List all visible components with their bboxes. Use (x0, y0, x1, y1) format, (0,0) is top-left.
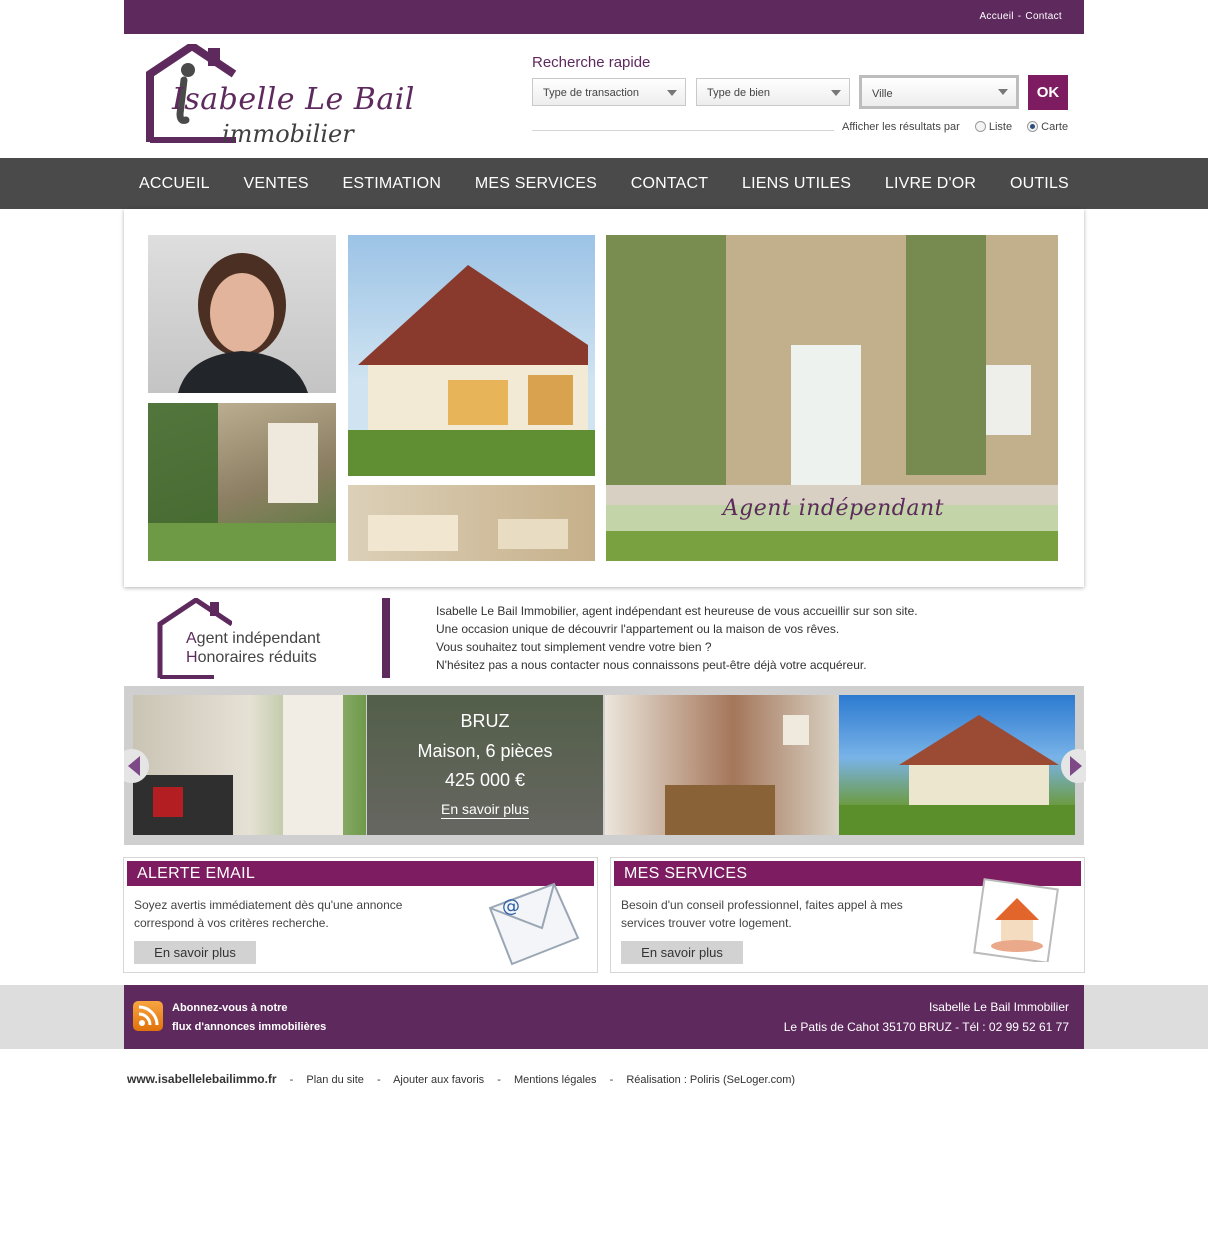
link-realisation[interactable]: Réalisation : Poliris (SeLoger.com) (626, 1074, 795, 1086)
top-links: Accueil - Contact (979, 11, 1062, 22)
nav-accueil[interactable]: ACCUEIL (139, 175, 210, 193)
intro-line: N'hésitez pas a nous contacter nous conn… (436, 658, 867, 672)
carousel-slide[interactable] (133, 695, 366, 835)
top-link-contact[interactable]: Contact (1025, 11, 1062, 22)
nav-ventes[interactable]: VENTES (244, 175, 309, 193)
chevron-down-icon (831, 90, 841, 96)
nav-livre-dor[interactable]: LIVRE D'OR (885, 175, 976, 193)
rss-subscribe-link[interactable]: Abonnez-vous à notre flux d'annonces imm… (172, 999, 326, 1037)
bottom-separator: - (289, 1074, 294, 1086)
living-room-photo (348, 485, 595, 561)
chevron-down-icon (998, 89, 1008, 95)
intro-line: Vous souhaitez tout simplement vendre vo… (436, 640, 712, 654)
listing-price: 425 000 € (444, 770, 526, 790)
house-photo-icon (973, 878, 1059, 962)
list-radio-label[interactable]: Liste (989, 121, 1012, 133)
search-divider (532, 130, 834, 131)
listing-city: BRUZ (460, 711, 510, 731)
nav-liens-utiles[interactable]: LIENS UTILES (742, 175, 851, 193)
property-type-select[interactable]: Type de bien (696, 78, 850, 106)
footer-company: Isabelle Le Bail Immobilier (928, 1000, 1069, 1014)
carousel-slide[interactable] (605, 695, 838, 835)
courtyard-photo (148, 403, 336, 561)
badge-initial-h: H (186, 649, 198, 666)
bottom-separator: - (609, 1074, 614, 1086)
display-options: Afficher les résultats par Liste Carte (842, 121, 1068, 133)
nav-outils[interactable]: OUTILS (1010, 175, 1069, 193)
logo[interactable]: Isabelle Le Bail immobilier (136, 44, 426, 148)
listing-type: Maison, 6 pièces (417, 741, 553, 761)
email-alert-text: Soyez avertis immédiatement dès qu'une a… (134, 898, 403, 930)
envelope-icon: @ (488, 882, 580, 966)
bottom-separator: - (376, 1074, 381, 1086)
listing-carousel: BRUZ Maison, 6 pièces 425 000 € En savoi… (124, 686, 1086, 845)
agent-portrait-photo (148, 235, 336, 393)
top-link-separator: - (1017, 11, 1022, 22)
intro-line: Isabelle Le Bail Immobilier, agent indép… (436, 604, 918, 618)
transaction-select-value: Type de transaction (543, 87, 640, 99)
rss-icon[interactable] (133, 1001, 163, 1031)
link-ajouter-favoris[interactable]: Ajouter aux favoris (393, 1074, 484, 1086)
header: Isabelle Le Bail immobilier Recherche ra… (124, 34, 1084, 158)
link-mentions-legales[interactable]: Mentions légales (514, 1074, 597, 1086)
hero-caption: Agent indépendant (722, 496, 944, 521)
svg-text:@: @ (502, 896, 520, 917)
footer-address: Le Patis de Cahot 35170 BRUZ - Tél : 02 … (783, 1020, 1069, 1034)
rss-line-2: flux d'annonces immobilières (172, 1021, 327, 1033)
logo-subtitle: immobilier (222, 120, 354, 148)
main-nav: ACCUEIL VENTES ESTIMATION MES SERVICES C… (0, 158, 1208, 209)
map-radio-label[interactable]: Carte (1041, 121, 1068, 133)
carousel-slide[interactable] (839, 695, 1075, 835)
nav-mes-services[interactable]: MES SERVICES (475, 175, 597, 193)
badge-line-1: Agent indépendant (186, 630, 320, 648)
house-photo (348, 235, 595, 476)
bottom-separator: - (497, 1074, 501, 1086)
badge-initial-a: A (186, 630, 197, 647)
carousel-slide-featured[interactable]: BRUZ Maison, 6 pièces 425 000 € En savoi… (367, 695, 603, 835)
search-ok-button[interactable]: OK (1028, 75, 1068, 110)
city-select-value: Ville (872, 88, 893, 100)
transaction-select[interactable]: Type de transaction (532, 78, 686, 106)
hero-collage: Agent indépendant (124, 209, 1084, 587)
intro-divider (382, 598, 390, 678)
display-label: Afficher les résultats par (842, 121, 960, 133)
badge-line-2-text: onoraires réduits (197, 649, 317, 666)
bottom-links: www.isabellelebailimmo.fr - Plan du site… (127, 1072, 795, 1086)
listing-overlay: BRUZ Maison, 6 pièces 425 000 € En savoi… (367, 695, 603, 835)
intro-line: Une occasion unique de découvrir l'appar… (436, 622, 840, 636)
property-type-select-value: Type de bien (707, 87, 770, 99)
map-radio[interactable] (1027, 121, 1039, 132)
link-plan-du-site[interactable]: Plan du site (306, 1074, 363, 1086)
carousel-next-icon[interactable] (1060, 748, 1086, 784)
rss-line-1: Abonnez-vous à notre (172, 1002, 288, 1014)
badge-line-2: Honoraires réduits (186, 649, 317, 667)
top-bar: Accueil - Contact (124, 0, 1084, 34)
nav-contact[interactable]: CONTACT (631, 175, 709, 193)
email-alert-box: ALERTE EMAIL Soyez avertis immédiatement… (123, 857, 598, 973)
carousel-prev-icon[interactable] (124, 748, 150, 784)
search-title: Recherche rapide (532, 54, 651, 71)
site-url[interactable]: www.isabellelebailimmo.fr (127, 1072, 277, 1086)
badge-line-1-text: gent indépendant (196, 630, 321, 647)
logo-title: Isabelle Le Bail (172, 82, 415, 117)
intro-text: Isabelle Le Bail Immobilier, agent indép… (436, 602, 918, 674)
list-radio[interactable] (974, 121, 986, 132)
services-text: Besoin d'un conseil professionnel, faite… (621, 898, 903, 930)
services-box: MES SERVICES Besoin d'un conseil profess… (610, 857, 1085, 973)
top-link-accueil[interactable]: Accueil (979, 11, 1013, 22)
city-select[interactable]: Ville (859, 75, 1019, 109)
footer-contact: Isabelle Le Bail Immobilier Le Patis de … (784, 997, 1069, 1037)
email-alert-button[interactable]: En savoir plus (134, 941, 256, 964)
intro-section: Agent indépendant Honoraires réduits Isa… (124, 596, 1084, 682)
listing-more-link[interactable]: En savoir plus (441, 801, 529, 819)
footer: Abonnez-vous à notre flux d'annonces imm… (124, 985, 1084, 1049)
chevron-down-icon (667, 90, 677, 96)
stone-house-photo: Agent indépendant (606, 235, 1058, 561)
services-button[interactable]: En savoir plus (621, 941, 743, 964)
nav-estimation[interactable]: ESTIMATION (342, 175, 441, 193)
